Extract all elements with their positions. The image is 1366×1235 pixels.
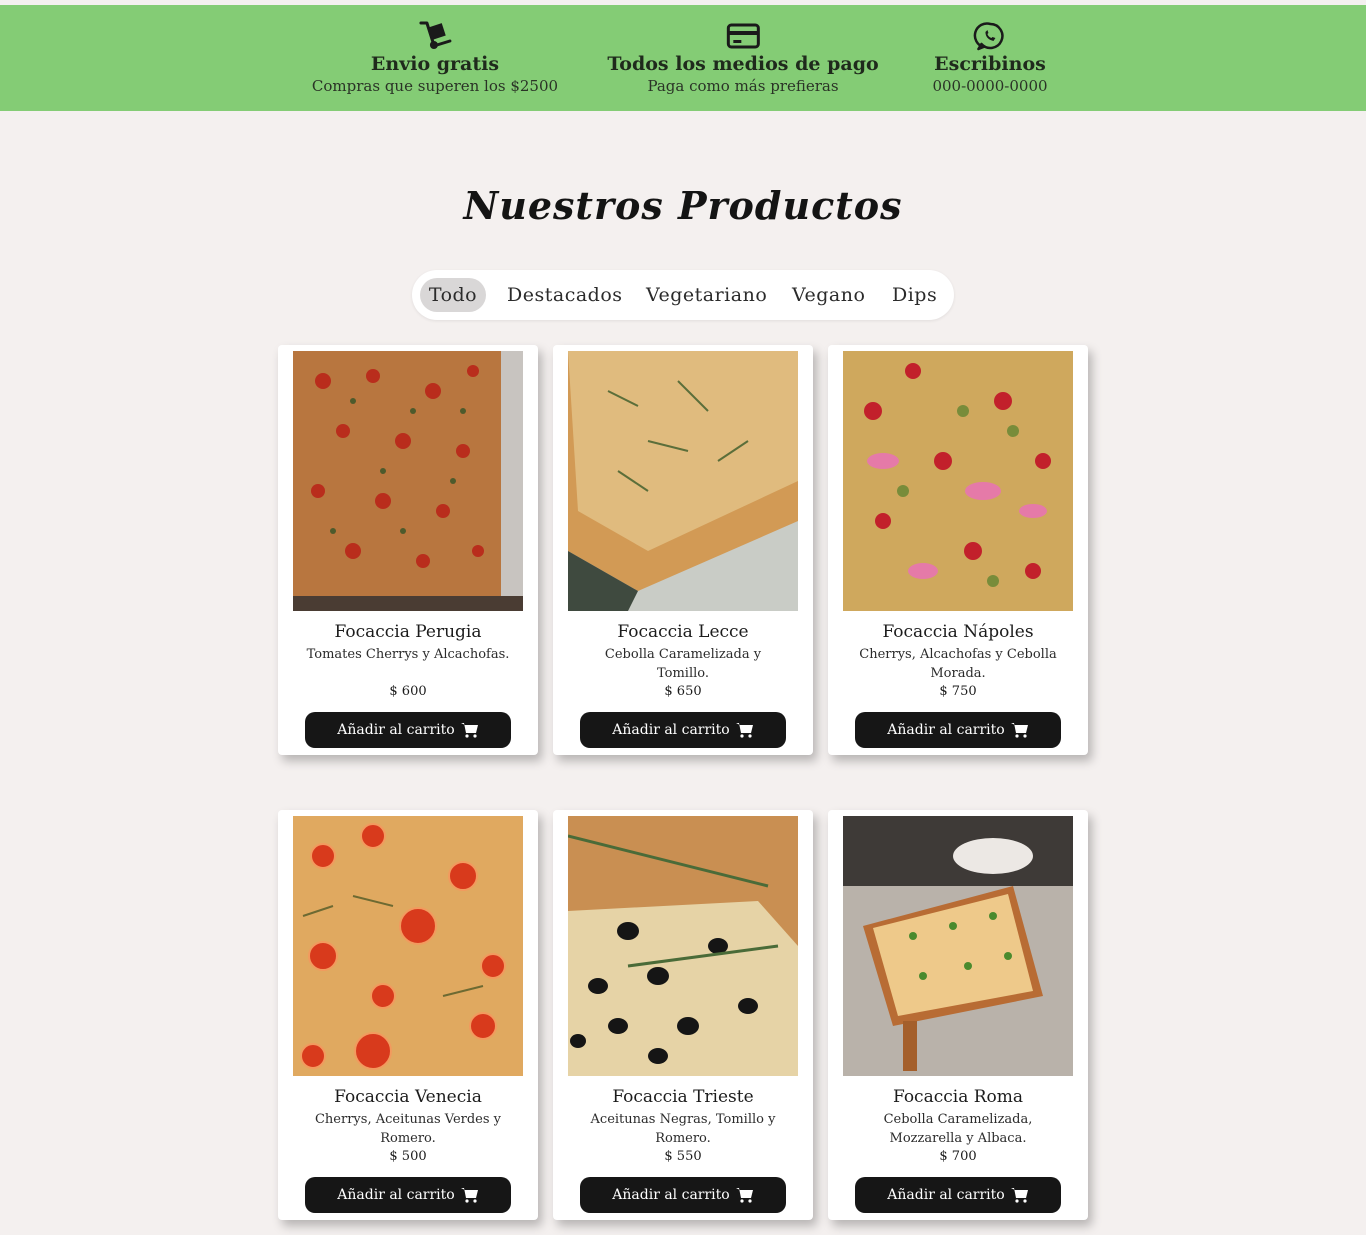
add-to-cart-button[interactable]: Añadir al carrito bbox=[580, 712, 786, 748]
product-description: Cherrys, Aceitunas Verdes y Romero. bbox=[314, 1112, 502, 1146]
product-image bbox=[293, 816, 523, 1076]
cart-icon bbox=[1010, 1188, 1028, 1203]
add-to-cart-label: Añadir al carrito bbox=[337, 722, 455, 738]
credit-card-icon bbox=[726, 23, 760, 49]
product-price: $ 650 bbox=[664, 684, 702, 699]
product-image bbox=[568, 351, 798, 611]
product-description: Cherrys, Alcachofas y Cebolla Morada. bbox=[859, 647, 1057, 681]
product-price: $ 600 bbox=[389, 684, 427, 699]
tab-dips[interactable]: Dips bbox=[892, 278, 937, 312]
hand-truck-icon bbox=[419, 21, 452, 49]
tab-destacados[interactable]: Destacados bbox=[507, 278, 623, 312]
product-name: Focaccia Lecce bbox=[617, 622, 749, 642]
product-image bbox=[293, 351, 523, 611]
cart-icon bbox=[460, 723, 478, 738]
add-to-cart-label: Añadir al carrito bbox=[612, 1187, 730, 1203]
product-price: $ 550 bbox=[664, 1149, 702, 1164]
product-card: Focaccia Lecce Cebolla Caramelizada y To… bbox=[553, 345, 813, 755]
features-bar: Envio gratis Compras que superen los $25… bbox=[0, 5, 1366, 111]
feature-subtitle: Paga como más prefieras bbox=[647, 77, 839, 95]
product-image bbox=[568, 816, 798, 1076]
add-to-cart-button[interactable]: Añadir al carrito bbox=[305, 712, 511, 748]
cart-icon bbox=[735, 1188, 753, 1203]
tab-todo[interactable]: Todo bbox=[420, 278, 486, 312]
product-card: Focaccia Roma Cebolla Caramelizada, Mozz… bbox=[828, 810, 1088, 1220]
feature-title: Escribinos bbox=[934, 53, 1046, 75]
product-card: Focaccia Nápoles Cherrys, Alcachofas y C… bbox=[828, 345, 1088, 755]
product-description: Aceitunas Negras, Tomillo y Romero. bbox=[590, 1112, 776, 1146]
whatsapp-icon[interactable] bbox=[973, 20, 1007, 52]
add-to-cart-button[interactable]: Añadir al carrito bbox=[855, 712, 1061, 748]
product-price: $ 700 bbox=[939, 1149, 977, 1164]
feature-payment: Todos los medios de pago Paga como más p… bbox=[607, 20, 879, 96]
feature-subtitle: Compras que superen los $2500 bbox=[311, 77, 559, 95]
product-image bbox=[843, 816, 1073, 1076]
product-card: Focaccia Perugia Tomates Cherrys y Alcac… bbox=[278, 345, 538, 755]
add-to-cart-button[interactable]: Añadir al carrito bbox=[305, 1177, 511, 1213]
product-card: Focaccia Trieste Aceitunas Negras, Tomil… bbox=[553, 810, 813, 1220]
product-price: $ 500 bbox=[389, 1149, 427, 1164]
product-name: Focaccia Trieste bbox=[612, 1087, 754, 1107]
page-title: Nuestros Productos bbox=[463, 183, 903, 228]
product-price: $ 750 bbox=[939, 684, 977, 699]
add-to-cart-button[interactable]: Añadir al carrito bbox=[580, 1177, 786, 1213]
cart-icon bbox=[1010, 723, 1028, 738]
product-name: Focaccia Roma bbox=[892, 1087, 1024, 1107]
product-description: Cebolla Caramelizada y Tomillo. bbox=[604, 647, 762, 681]
product-image bbox=[843, 351, 1073, 611]
tab-vegano[interactable]: Vegano bbox=[792, 278, 865, 312]
product-name: Focaccia Nápoles bbox=[882, 622, 1034, 642]
product-description: Cebolla Caramelizada, Mozzarella y Albac… bbox=[883, 1112, 1033, 1146]
feature-free-shipping: Envio gratis Compras que superen los $25… bbox=[312, 20, 558, 96]
cart-icon bbox=[735, 723, 753, 738]
filter-tabs: Todo Destacados Vegetariano Vegano Dips bbox=[412, 270, 954, 320]
cart-icon bbox=[460, 1188, 478, 1203]
tab-vegetariano[interactable]: Vegetariano bbox=[646, 278, 767, 312]
add-to-cart-label: Añadir al carrito bbox=[612, 722, 730, 738]
add-to-cart-label: Añadir al carrito bbox=[887, 722, 1005, 738]
feature-contact: Escribinos 000-0000-0000 bbox=[932, 20, 1048, 96]
product-card: Focaccia Venecia Cherrys, Aceitunas Verd… bbox=[278, 810, 538, 1220]
feature-phone: 000-0000-0000 bbox=[932, 77, 1048, 95]
add-to-cart-label: Añadir al carrito bbox=[337, 1187, 455, 1203]
product-description: Tomates Cherrys y Alcachofas. bbox=[306, 647, 510, 662]
feature-title: Envio gratis bbox=[370, 53, 500, 75]
add-to-cart-button[interactable]: Añadir al carrito bbox=[855, 1177, 1061, 1213]
feature-title: Todos los medios de pago bbox=[607, 53, 879, 75]
product-name: Focaccia Venecia bbox=[334, 1087, 482, 1107]
product-name: Focaccia Perugia bbox=[334, 622, 482, 642]
add-to-cart-label: Añadir al carrito bbox=[887, 1187, 1005, 1203]
